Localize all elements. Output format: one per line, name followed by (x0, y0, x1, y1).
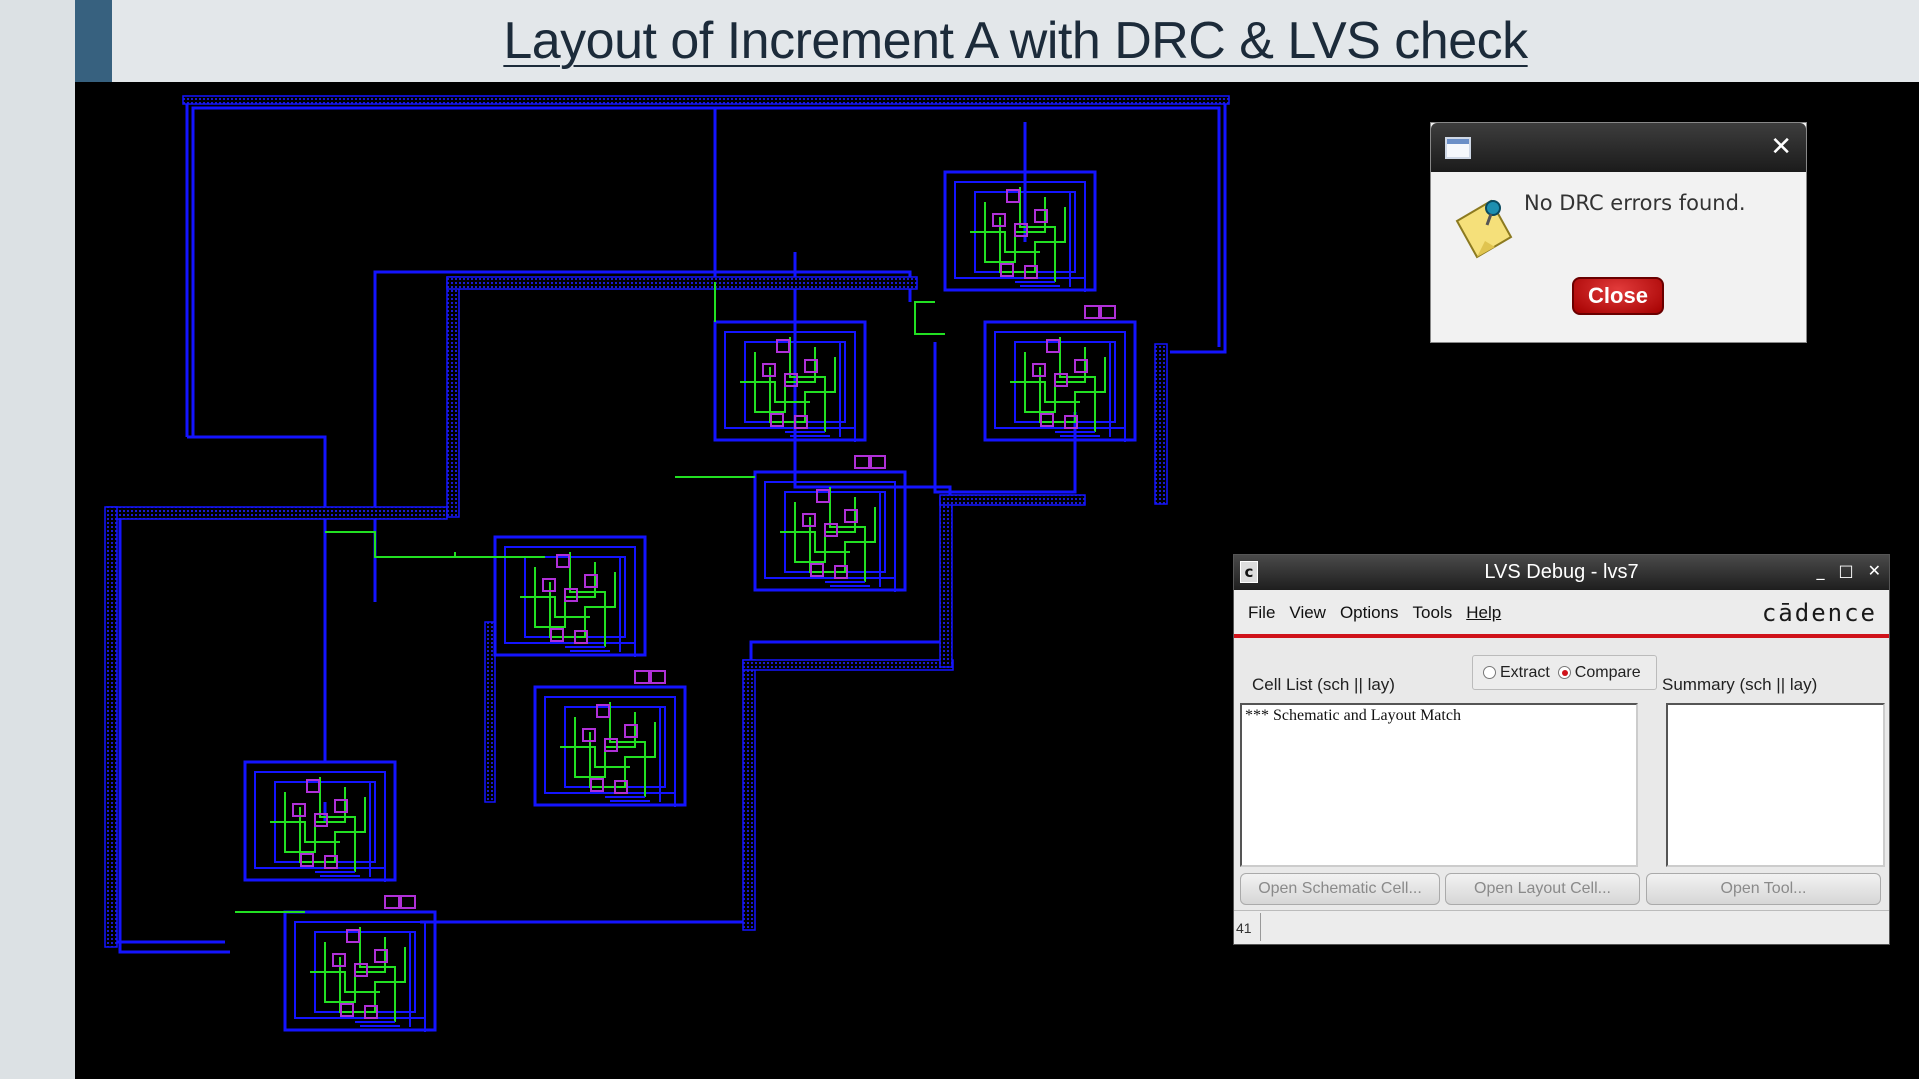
cell-list-row[interactable]: *** Schematic and Layout Match (1245, 707, 1633, 725)
summary-box[interactable] (1666, 703, 1885, 867)
lvs-debug-window: c LVS Debug - lvs7 _ □ ✕ File View Optio… (1233, 554, 1890, 945)
status-bar: 41 (1234, 910, 1889, 944)
summary-label: Summary (sch || lay) (1662, 675, 1818, 694)
window-title: LVS Debug - lvs7 (1484, 561, 1639, 583)
mode-radio-group: Extract Compare (1472, 655, 1657, 690)
dotted-tracks (104, 95, 1230, 948)
menu-help[interactable]: Help (1466, 603, 1501, 623)
status-field (1260, 913, 1887, 941)
cell-list-box[interactable]: *** Schematic and Layout Match (1240, 703, 1638, 867)
transistor-cells (245, 172, 1135, 1032)
menu-bar: File View Options Tools Help cādence (1234, 590, 1889, 638)
status-number: 41 (1236, 920, 1252, 936)
menu-view[interactable]: View (1289, 603, 1326, 623)
close-button[interactable]: Close (1572, 277, 1664, 315)
slide-left-margin (0, 0, 75, 1079)
extract-label: Extract (1500, 663, 1550, 681)
menu-list: File View Options Tools Help (1248, 603, 1501, 623)
radio-selected-icon (1557, 665, 1571, 679)
maximize-icon[interactable]: □ (1838, 561, 1853, 580)
radio-icon (1483, 665, 1496, 679)
minimize-icon[interactable]: _ (1816, 561, 1824, 580)
title-accent-bar (75, 0, 112, 82)
drc-result-dialog: ✕ No DRC errors found. Close (1430, 122, 1807, 343)
cell-list-label: Cell List (sch || lay) (1252, 675, 1395, 694)
compare-label: Compare (1574, 663, 1641, 681)
pushpin-note-icon (1455, 199, 1513, 259)
open-layout-cell-button[interactable]: Open Layout Cell... (1445, 873, 1640, 905)
cadence-logo: cādence (1761, 599, 1877, 627)
slide: Layout of Increment A with DRC & LVS che… (0, 0, 1919, 1079)
close-icon[interactable]: ✕ (1868, 561, 1881, 580)
slide-title: Layout of Increment A with DRC & LVS che… (503, 12, 1528, 70)
drc-message: No DRC errors found. (1524, 191, 1746, 215)
lvs-titlebar: c LVS Debug - lvs7 _ □ ✕ (1234, 555, 1889, 590)
open-schematic-cell-button[interactable]: Open Schematic Cell... (1240, 873, 1440, 905)
close-icon[interactable]: ✕ (1770, 132, 1792, 162)
extract-radio[interactable]: Extract (1483, 664, 1550, 682)
drc-titlebar: ✕ (1431, 123, 1806, 172)
window-icon (1445, 137, 1471, 159)
open-tool-button[interactable]: Open Tool... (1646, 873, 1881, 905)
compare-radio[interactable]: Compare (1557, 663, 1641, 682)
menu-tools[interactable]: Tools (1413, 603, 1453, 623)
window-controls: _ □ ✕ (1816, 561, 1881, 580)
menu-options[interactable]: Options (1340, 603, 1399, 623)
menu-file[interactable]: File (1248, 603, 1275, 623)
routing-tracks (109, 100, 1227, 954)
